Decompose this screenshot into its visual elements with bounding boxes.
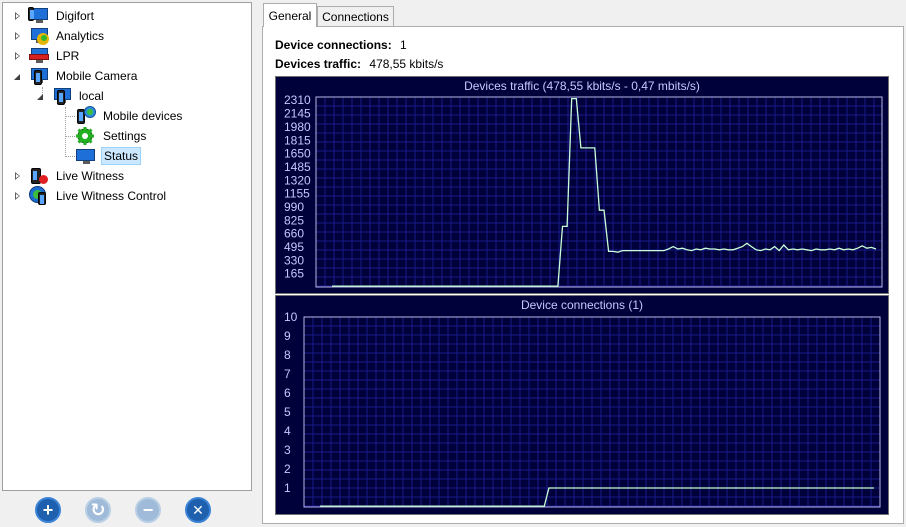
refresh-button[interactable]: ↻ (85, 497, 111, 523)
tree-item-label: Mobile devices (103, 109, 183, 123)
tree-item-label: Live Witness (56, 169, 125, 183)
tree-connector (65, 107, 66, 157)
navigation-tree[interactable]: Digifort Analytics LPR Mobile Camera loc… (2, 2, 252, 491)
expand-arrow-icon[interactable] (13, 51, 22, 61)
connections-y-tick-label: 7 (284, 367, 291, 381)
settings-gear-icon (75, 126, 97, 146)
collapse-arrow-icon[interactable] (13, 72, 22, 81)
traffic-y-tick-label: 2310 (284, 93, 311, 107)
connections-y-tick-label: 8 (284, 348, 291, 362)
device-connections-chart: Device connections (1) 10 9 8 7 6 5 4 3 2 1 (275, 295, 889, 515)
digifort-monitor-icon (28, 6, 50, 26)
connections-y-tick-label: 1 (284, 481, 291, 495)
tree-item-label: Analytics (56, 29, 105, 43)
tree-connector (65, 116, 75, 117)
traffic-y-tick-label: 495 (284, 240, 304, 254)
live-witness-icon (28, 166, 50, 186)
connections-y-tick-label: 4 (284, 424, 291, 438)
tree-item-mobile-devices[interactable]: Mobile devices (75, 106, 184, 126)
tree-item-live-witness[interactable]: Live Witness (13, 166, 126, 186)
tree-item-digifort[interactable]: Digifort (13, 6, 96, 26)
lpr-icon (28, 46, 50, 66)
traffic-y-tick-label: 660 (284, 227, 304, 241)
device-connections-label: Device connections: (275, 38, 392, 52)
mobile-devices-icon (75, 106, 97, 126)
connections-y-tick-label: 10 (284, 310, 298, 324)
tree-item-label: Digifort (56, 9, 95, 23)
analytics-icon (28, 26, 50, 46)
tree-item-live-witness-control[interactable]: Live Witness Control (13, 186, 168, 206)
tree-item-label: LPR (56, 49, 80, 63)
tree-item-label: Settings (103, 129, 147, 143)
tree-item-local[interactable]: local (36, 86, 106, 106)
tree-item-mobile-camera[interactable]: Mobile Camera (13, 66, 139, 86)
add-button[interactable]: + (35, 497, 61, 523)
traffic-y-tick-label: 1320 (284, 173, 311, 187)
tab-connections[interactable]: Connections (317, 6, 394, 26)
connections-y-tick-label: 3 (284, 443, 291, 457)
tree-item-lpr[interactable]: LPR (13, 46, 81, 66)
mobile-camera-icon (28, 66, 50, 86)
connections-y-tick-label: 5 (284, 405, 291, 419)
connections-y-tick-label: 2 (284, 462, 291, 476)
minus-icon: − (142, 500, 154, 520)
traffic-y-tick-label: 1815 (284, 133, 311, 147)
device-connections-plot: 10 9 8 7 6 5 4 3 2 1 (284, 310, 881, 508)
delete-button[interactable]: ✕ (185, 497, 211, 523)
close-icon: ✕ (192, 502, 204, 518)
tree-item-label: Mobile Camera (56, 69, 138, 83)
expand-arrow-icon[interactable] (13, 31, 22, 41)
tree-item-status[interactable]: Status (75, 146, 142, 166)
traffic-y-tick-label: 1650 (284, 147, 311, 161)
tree-item-settings[interactable]: Settings (75, 126, 148, 146)
devices-traffic-chart: Devices traffic (478,55 kbits/s - 0,47 m… (275, 76, 889, 294)
devices-traffic-plot: 2310214519801815165014851320115599082566… (284, 93, 883, 288)
refresh-icon: ↻ (90, 500, 106, 520)
expand-arrow-icon[interactable] (13, 191, 22, 201)
traffic-y-tick-label: 1155 (284, 187, 310, 201)
tab-label: Connections (322, 9, 389, 24)
traffic-y-tick-label: 1980 (284, 120, 311, 134)
connections-y-tick-label: 6 (284, 386, 291, 400)
traffic-y-tick-label: 825 (284, 213, 304, 227)
traffic-y-tick-label: 2145 (284, 107, 311, 121)
tree-item-analytics[interactable]: Analytics (13, 26, 106, 46)
expand-arrow-icon[interactable] (13, 11, 22, 21)
status-monitor-icon (75, 146, 97, 166)
devices-traffic-label: Devices traffic: (275, 57, 362, 71)
traffic-y-tick-label: 165 (284, 267, 304, 281)
remove-button[interactable]: − (135, 497, 161, 523)
tab-general[interactable]: General (263, 3, 317, 27)
tree-item-label: local (79, 89, 104, 103)
collapse-arrow-icon[interactable] (36, 92, 45, 101)
live-witness-control-icon (28, 186, 50, 206)
tree-connector (65, 156, 75, 157)
general-tab-page: Device connections: 1 Devices traffic: 4… (262, 26, 904, 524)
traffic-y-tick-label: 1485 (284, 160, 311, 174)
traffic-y-tick-label: 990 (284, 200, 304, 214)
app-window: Digifort Analytics LPR Mobile Camera loc… (0, 0, 906, 527)
devices-traffic-value: 478,55 kbits/s (369, 57, 444, 71)
tree-item-label: Status (101, 147, 142, 165)
tab-label: General (268, 8, 312, 23)
local-server-icon (51, 86, 73, 106)
tree-item-label: Live Witness Control (56, 189, 167, 203)
connections-y-tick-label: 9 (284, 329, 291, 343)
traffic-y-tick-label: 330 (284, 253, 304, 267)
tree-connector (65, 136, 75, 137)
plus-icon: + (42, 500, 54, 520)
device-connections-value: 1 (400, 38, 407, 52)
devices-traffic-stat: Devices traffic: 478,55 kbits/s (275, 57, 443, 71)
device-connections-stat: Device connections: 1 (275, 38, 407, 52)
expand-arrow-icon[interactable] (13, 171, 22, 181)
